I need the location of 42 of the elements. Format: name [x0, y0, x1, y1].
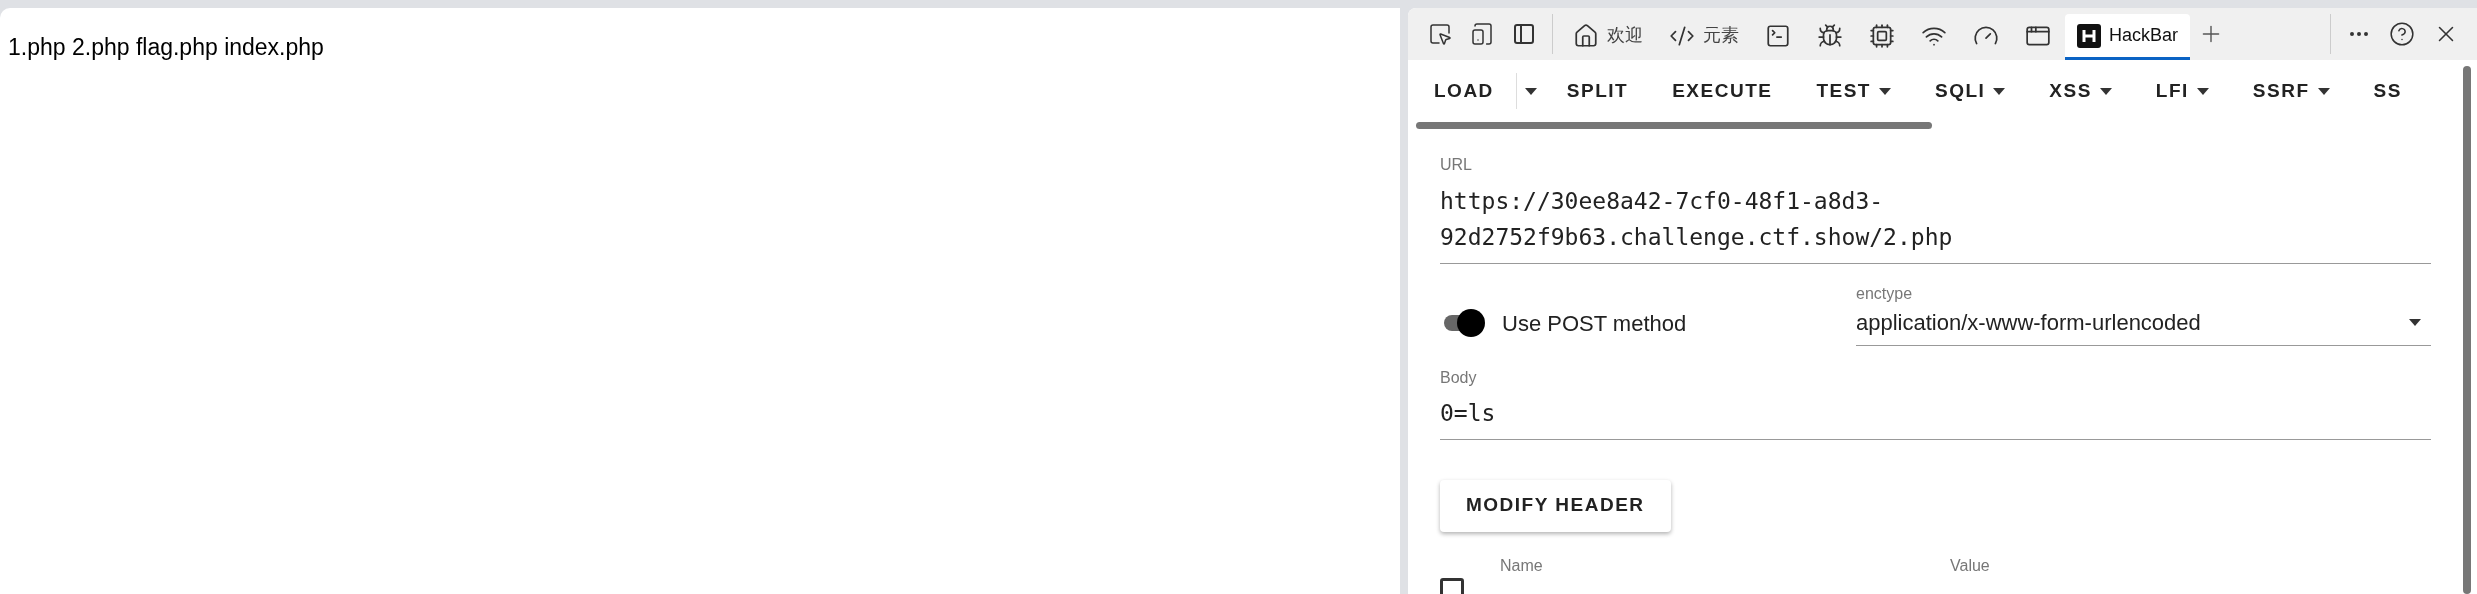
menu-button[interactable]: SPLIT: [1544, 60, 1651, 122]
toggle-label: Use POST method: [1502, 309, 1687, 338]
chip-icon: [1869, 22, 1895, 49]
enctype-label: enctype: [1856, 284, 1914, 304]
dropdown-caret-icon: [2409, 319, 2421, 326]
devtools-tab[interactable]: 元素: [1657, 14, 1751, 60]
body-field[interactable]: 0=ls: [1440, 396, 2431, 440]
caret-icon: [1524, 87, 1537, 95]
help-icon[interactable]: [2389, 21, 2415, 47]
caret-icon: [2099, 87, 2112, 95]
caret-icon: [1879, 87, 1891, 95]
terminal-icon: [1765, 22, 1791, 49]
horizontal-scrollbar[interactable]: [1416, 122, 1932, 129]
checkbox[interactable]: [1440, 577, 1464, 594]
menu-button[interactable]: SQLI: [1913, 60, 2028, 122]
modify-header-button[interactable]: MODIFY HEADER: [1440, 479, 1671, 532]
menu-button[interactable]: SSRF: [2230, 60, 2352, 122]
hackbar-logo-icon: [2077, 23, 2101, 48]
caret-icon: [1993, 87, 2006, 95]
menu-button[interactable]: XSS: [2027, 60, 2134, 122]
column-header: Value: [1950, 556, 1990, 574]
menu-button[interactable]: SS: [2351, 60, 2424, 122]
devtools-tab[interactable]: HackBar: [2065, 14, 2191, 60]
url-field[interactable]: https://30ee8a42-7cf0-48f1-a8d3-92d2752f9b63.challenge.ctf.show/2.php: [1440, 183, 2431, 264]
load-button[interactable]: LOAD: [1412, 60, 1516, 122]
caret-icon: [2196, 87, 2209, 95]
enctype-select[interactable]: application/x-www-form-urlencoded: [1856, 306, 2431, 346]
device-icon[interactable]: [1470, 22, 1494, 46]
menu-button[interactable]: TEST: [1794, 60, 1913, 122]
url-label: URL: [1440, 155, 1473, 175]
home-icon: [1573, 22, 1599, 49]
page-text: 1.php 2.php flag.php index.php: [8, 34, 324, 60]
column-header: Name: [1500, 556, 1543, 574]
devtools-tab[interactable]: 欢迎: [1561, 14, 1655, 60]
menu-button[interactable]: EXECUTE: [1650, 60, 1795, 122]
menu-button[interactable]: LFI: [2133, 60, 2231, 122]
sidebar-icon[interactable]: [1512, 22, 1536, 46]
vertical-scrollbar[interactable]: [2463, 66, 2471, 594]
bug-icon: [1817, 22, 1843, 49]
caret-icon: [2317, 87, 2330, 95]
body-label: Body: [1440, 368, 1478, 388]
inspect-icon[interactable]: [1428, 22, 1452, 46]
